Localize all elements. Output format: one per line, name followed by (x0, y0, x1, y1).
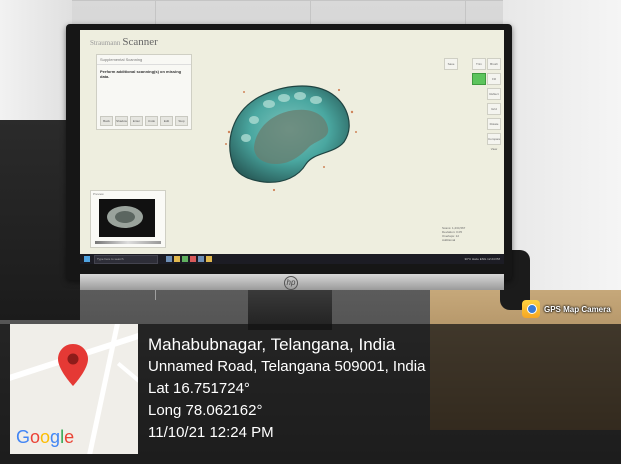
system-tray: 30°C Haze ENG 12:24 PM (464, 257, 500, 261)
taskbar-search[interactable]: Type here to search (94, 254, 158, 264)
preview-image (99, 199, 155, 237)
dialog-button-back[interactable]: Back (100, 116, 113, 126)
preview-label: Preview (93, 192, 104, 196)
tool-button-trim[interactable]: Trim (472, 58, 486, 70)
dialog-button-enter[interactable]: Enter (130, 116, 143, 126)
preview-slider[interactable] (95, 241, 161, 244)
status-line: Additional (442, 238, 456, 242)
google-logo: Google (16, 427, 75, 447)
location-address: Unnamed Road, Telangana 509001, India (148, 358, 426, 375)
status-box: Scans: 1,234,567 Deviation: 0.05 Overlap… (442, 226, 486, 248)
tool-column-left: Save (444, 58, 458, 70)
dialog-message: Perform additional scanning(s) on missin… (100, 69, 182, 79)
start-icon[interactable] (84, 256, 90, 262)
map-thumbnail: Google (10, 324, 138, 454)
map-pin-icon (58, 344, 88, 386)
location-city: Mahabubnagar, Telangana, India (148, 335, 396, 354)
map-road (116, 361, 138, 411)
tool-button-active[interactable] (472, 73, 486, 85)
tool-column-right: Brush Fill Reflect Grid Rotate Compare V… (487, 58, 501, 151)
taskbar-app-icon[interactable] (198, 256, 204, 262)
photo-scene: hp Straumann Scanner Supplemental Scannin… (0, 0, 621, 464)
preview-panel: Preview (90, 190, 166, 248)
hp-logo-icon: hp (284, 276, 298, 290)
tool-button-reflect[interactable]: Reflect (487, 88, 501, 100)
tool-button-compare[interactable]: Compare View (487, 133, 501, 151)
taskbar-icons (166, 256, 212, 262)
taskbar-app-icon[interactable] (182, 256, 188, 262)
dialog-buttons: Back Shadow Enter Undo Edit Stop (100, 116, 188, 126)
location-datetime: 11/10/21 12:24 PM (148, 424, 274, 441)
dialog-button-undo[interactable]: Undo (145, 116, 158, 126)
tool-button-fill[interactable]: Fill (487, 73, 501, 85)
tool-button-brush[interactable]: Brush (487, 58, 501, 70)
location-long: Long 78.062162° (148, 402, 263, 419)
app-title: Straumann Scanner (90, 36, 160, 48)
tool-button-save[interactable]: Save (444, 58, 458, 70)
dental-scan-3d-view[interactable] (214, 72, 364, 202)
tool-button-rotate[interactable]: Rotate (487, 118, 501, 130)
dialog-button-stop[interactable]: Stop (175, 116, 188, 126)
preview-scan-icon (107, 206, 143, 228)
dialog-button-shadow[interactable]: Shadow (115, 116, 128, 126)
app-title-text: Scanner (122, 36, 158, 48)
tool-column-middle: Trim (472, 58, 486, 85)
gps-badge: GPS Map Camera (522, 300, 611, 318)
tool-button-grid[interactable]: Grid (487, 103, 501, 115)
taskbar-app-icon[interactable] (206, 256, 212, 262)
dialog-title: Supplemental Scanning (97, 55, 191, 65)
taskbar-app-icon[interactable] (190, 256, 196, 262)
scan-dialog: Supplemental Scanning Perform additional… (96, 54, 192, 130)
taskbar-app-icon[interactable] (166, 256, 172, 262)
location-lat: Lat 16.751724° (148, 380, 250, 397)
gps-badge-label: GPS Map Camera (544, 304, 611, 314)
taskbar-folder-icon[interactable] (174, 256, 180, 262)
dialog-button-edit[interactable]: Edit (160, 116, 173, 126)
app-brand: Straumann (90, 39, 121, 47)
gps-camera-icon (522, 300, 540, 318)
location-info: Mahabubnagar, Telangana, India Unnamed R… (148, 334, 425, 444)
windows-taskbar: Type here to search 30°C Haze ENG 12:24 … (80, 254, 504, 264)
monitor-screen: Straumann Scanner Supplemental Scanning P… (80, 30, 504, 264)
